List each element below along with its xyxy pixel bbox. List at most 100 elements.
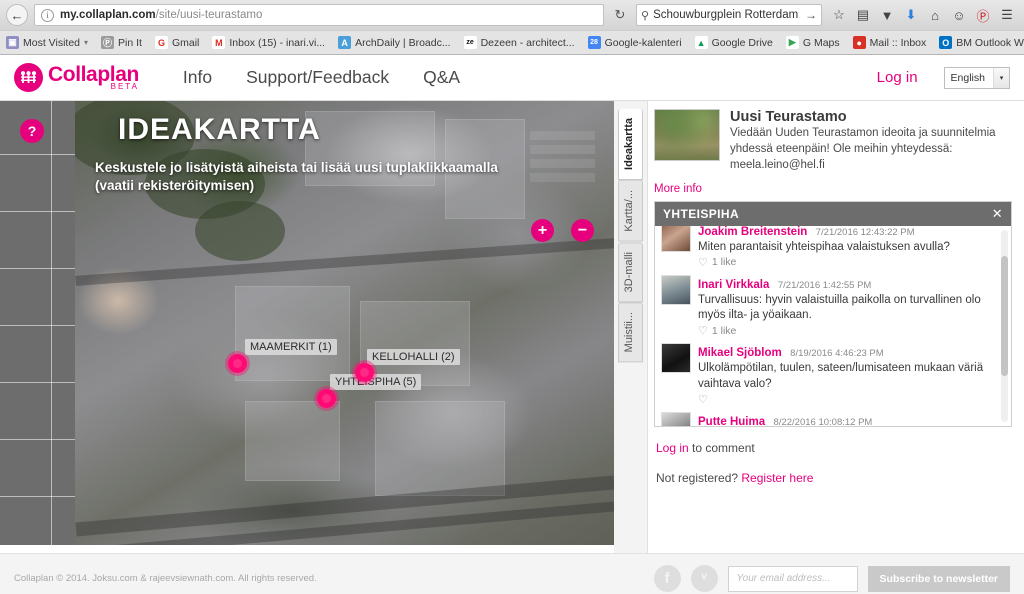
bookmark-label: Google-kalenteri (604, 36, 682, 49)
comment-like-count: 1 like (711, 256, 737, 269)
bookmark-star-icon[interactable]: ☆ (828, 4, 850, 26)
map-help-button[interactable]: ? (20, 119, 44, 143)
bookmark-archdaily[interactable]: A ArchDaily | Broadc... (338, 36, 451, 49)
site-nav: Info Support/Feedback Q&A (183, 67, 460, 88)
bookmark-label: Gmail (171, 36, 200, 49)
tab-kartta[interactable]: Kartta/... (618, 179, 643, 242)
map-marker-dot-kellohalli[interactable] (355, 363, 374, 382)
comment-author[interactable]: Joakim Breitenstein (698, 226, 807, 238)
heart-icon[interactable]: ♡ (698, 393, 708, 406)
bookmark-pin-it[interactable]: Ⓟ Pin It (101, 36, 142, 49)
comment-thread: YHTEISPIHA ✕ Joakim Breitenstein 7/21/20… (654, 200, 1012, 427)
comment-timestamp: 7/21/2016 12:43:22 PM (815, 226, 915, 238)
map-marker-dot-yhteispiha[interactable] (317, 389, 336, 408)
bookmark-dezeen[interactable]: ze Dezeen - architect... (463, 36, 575, 49)
map-marker-kellohalli[interactable]: KELLOHALLI (2) (367, 349, 460, 365)
facebook-icon[interactable]: f (653, 565, 681, 592)
menu-icon[interactable]: ☰ (996, 4, 1018, 26)
panel-footer: Log in to comment Not registered? Regist… (654, 427, 1012, 501)
tab-3d-malli[interactable]: 3D-malli (618, 241, 643, 302)
bookmark-inbox[interactable]: M Inbox (15) - inari.vi... (212, 36, 325, 49)
back-button[interactable]: ← (6, 4, 28, 26)
comment-text: Miten parantaisit yhteispihaa valaistuks… (698, 240, 950, 253)
bookmark-g-maps[interactable]: ▶ G Maps (785, 36, 840, 49)
avatar (661, 343, 691, 374)
comment-text: Ulkolämpötilan, tuulen, sateen/lumisatee… (698, 362, 984, 390)
bookmark-label: Dezeen - architect... (480, 36, 575, 49)
search-bar[interactable]: ⚲ Schouwburgplein Rotterdam → (636, 4, 822, 26)
comment-like-row[interactable]: ♡ 1 like (698, 256, 1001, 269)
nav-support-feedback[interactable]: Support/Feedback (246, 67, 389, 88)
project-summary: Uusi Teurastamo Viedään Uuden Teurastamo… (654, 109, 1012, 174)
nav-info[interactable]: Info (183, 67, 212, 88)
chevron-down-icon[interactable]: ▾ (993, 67, 1009, 88)
pinterest-icon[interactable]: Ⓟ (972, 4, 994, 26)
close-icon[interactable]: ✕ (992, 206, 1003, 222)
comment-list[interactable]: Joakim Breitenstein 7/21/2016 12:43:22 P… (655, 225, 1011, 426)
site-header: Collaplan BETA Info Support/Feedback Q&A… (0, 55, 1024, 101)
language-select-value: English (950, 71, 985, 84)
tab-muistio[interactable]: Muistii... (618, 301, 643, 363)
url-bar[interactable]: i my.collaplan.com/site/uusi-teurastamo (34, 4, 604, 26)
home-icon[interactable]: ⌂ (924, 4, 946, 26)
map-marker-maamerkit[interactable]: MAAMERKIT (1) (245, 339, 337, 355)
map-zoom-in-button[interactable]: + (531, 219, 554, 242)
idea-map[interactable]: IDEAKARTTA Keskustele jo lisätyistä aihe… (0, 101, 614, 545)
comment-timestamp: 7/21/2016 1:42:55 PM (777, 279, 872, 291)
main-area: IDEAKARTTA Keskustele jo lisätyistä aihe… (0, 101, 1024, 553)
comment-thread-title: YHTEISPIHA (663, 206, 740, 221)
bookmark-label: Most Visited (23, 36, 80, 49)
panel-login-link[interactable]: Log in (656, 441, 689, 455)
comment-author[interactable]: Putte Huima (698, 416, 765, 426)
bookmark-favicon: ▣ (6, 36, 19, 49)
map-marker-dot-maamerkit[interactable] (228, 354, 247, 373)
smiley-icon[interactable]: ☺ (948, 4, 970, 26)
subscribe-newsletter-button[interactable]: Subscribe to newsletter (867, 565, 1010, 592)
comment-like-row[interactable]: ♡ (698, 393, 1001, 406)
pocket-icon[interactable]: ▼ (876, 4, 898, 26)
map-zoom-out-button[interactable]: − (571, 219, 594, 242)
bookmark-favicon: G (154, 36, 168, 49)
comment-item: Mikael Sjöblom 8/19/2016 4:46:23 PM Ulko… (661, 340, 1001, 409)
language-select[interactable]: English ▾ (943, 66, 1010, 89)
twitter-icon[interactable]: ᵛ (690, 565, 718, 592)
bookmark-mail-inbox[interactable]: ● Mail :: Inbox (852, 36, 926, 49)
register-here-link[interactable]: Register here (741, 471, 813, 485)
heart-icon[interactable]: ♡ (698, 256, 708, 269)
search-icon: ⚲ (641, 9, 650, 22)
bookmark-favicon: Ⓟ (101, 36, 115, 49)
bookmark-outlook-web[interactable]: O BM Outlook Web ... (939, 36, 1024, 49)
map-marker-yhteispiha[interactable]: YHTEISPIHA (5) (330, 374, 422, 390)
comment-author[interactable]: Mikael Sjöblom (698, 347, 782, 359)
login-to-comment-rest: to comment (688, 440, 755, 455)
reader-view-icon[interactable]: ▤ (852, 4, 874, 26)
bookmark-google-drive[interactable]: ▲ Google Drive (694, 36, 773, 49)
nav-qa[interactable]: Q&A (423, 67, 460, 88)
comment-like-row[interactable]: ♡ 1 like (698, 324, 1001, 338)
view-tabs: Ideakartta Kartta/... 3D-malli Muistii..… (614, 101, 648, 553)
bookmark-favicon: ▶ (785, 36, 799, 49)
header-login-link[interactable]: Log in (877, 69, 918, 86)
downloads-icon[interactable]: ⬇ (900, 4, 922, 26)
more-info-link[interactable]: More info (654, 183, 1012, 195)
avatar (661, 411, 691, 426)
site-info-icon[interactable]: i (41, 8, 54, 22)
bookmark-google-kalenteri[interactable]: 28 Google-kalenteri (587, 36, 682, 49)
bookmark-most-visited[interactable]: ▣ Most Visited ▾ (6, 36, 88, 49)
comment-scrollbar-thumb[interactable] (1001, 255, 1008, 376)
site-logo[interactable]: Collaplan BETA (14, 63, 139, 92)
heart-icon[interactable]: ♡ (698, 324, 708, 337)
bookmark-label: BM Outlook Web ... (956, 36, 1024, 49)
comment-author[interactable]: Inari Virkkala (698, 279, 769, 291)
comment-like-count: 1 like (711, 324, 737, 337)
reload-button[interactable]: ↻ (610, 7, 630, 23)
search-input-value[interactable]: Schouwburgplein Rotterdam (653, 9, 801, 21)
comment-timestamp: 8/22/2016 10:08:12 PM (773, 416, 873, 426)
bookmark-gmail[interactable]: G Gmail (154, 36, 200, 49)
search-go-icon[interactable]: → (805, 8, 817, 22)
tab-ideakartta[interactable]: Ideakartta (618, 109, 643, 180)
bookmark-label: ArchDaily | Broadc... (355, 36, 451, 49)
side-panel: Uusi Teurastamo Viedään Uuden Teurastamo… (648, 101, 1024, 553)
bookmark-label: Google Drive (711, 36, 773, 49)
newsletter-email-input[interactable]: Your email address... (727, 565, 858, 592)
